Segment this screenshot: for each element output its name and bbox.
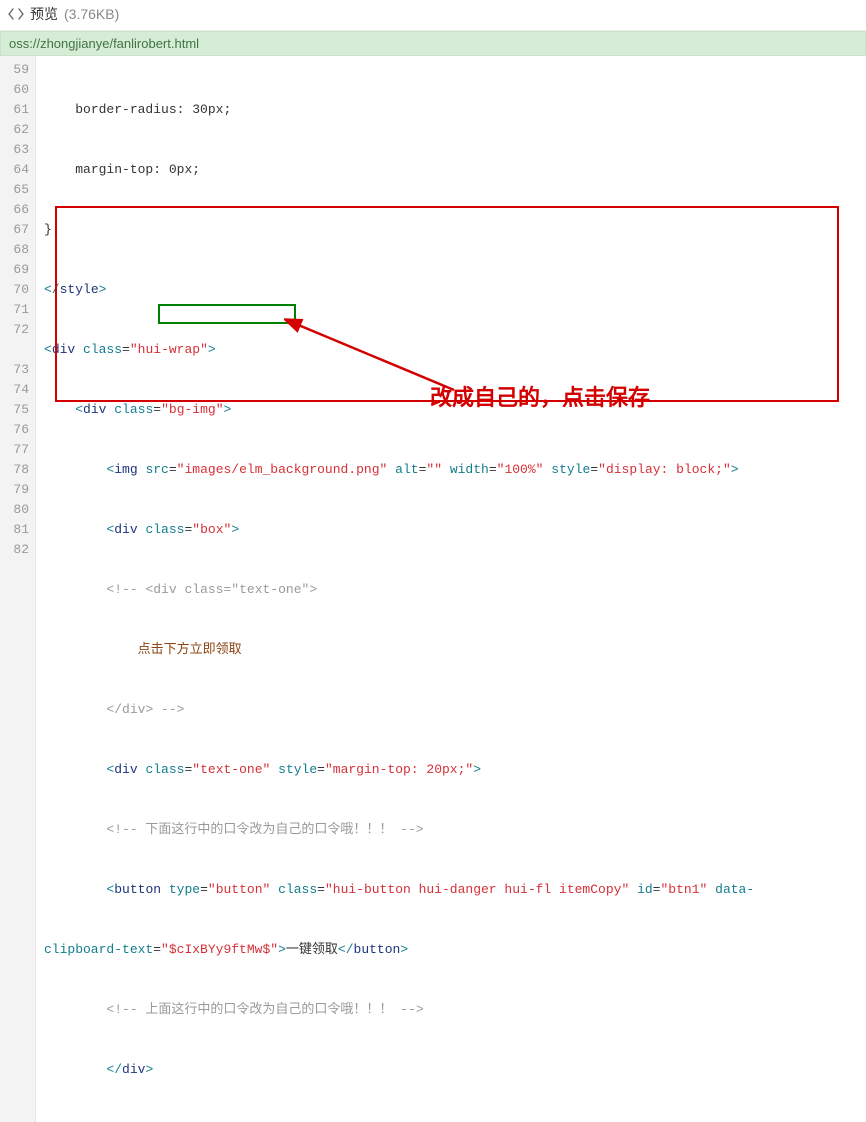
str: hui-wrap: [138, 342, 200, 357]
tag: div: [114, 522, 137, 537]
line-number: 79: [0, 480, 35, 500]
tag: div: [52, 342, 75, 357]
line-number: 62: [0, 120, 35, 140]
tag: style: [60, 282, 99, 297]
line-number: 74: [0, 380, 35, 400]
comment-open: <!--: [106, 582, 145, 597]
line-number: 80: [0, 500, 35, 520]
code-content[interactable]: border-radius: 30px; margin-top: 0px; } …: [36, 56, 866, 1122]
attr: class: [83, 342, 122, 357]
line-number: 82: [0, 540, 35, 560]
line-number: 78: [0, 460, 35, 480]
css-prop: border-radius: [75, 102, 176, 117]
url-bar[interactable]: oss://zhongjianye/fanlirobert.html: [0, 31, 866, 56]
button-text: 一键领取: [286, 942, 338, 957]
line-number: 72: [0, 320, 35, 340]
preview-title: 预览: [30, 4, 58, 24]
line-number: 73: [0, 360, 35, 380]
preview-header: 预览 (3.76KB): [0, 0, 866, 31]
line-number: [0, 340, 35, 360]
line-number: 81: [0, 520, 35, 540]
line-number: 77: [0, 440, 35, 460]
line-number: 60: [0, 80, 35, 100]
line-number: 63: [0, 140, 35, 160]
tag: button: [114, 882, 161, 897]
line-number: 68: [0, 240, 35, 260]
css-prop: margin-top: [75, 162, 153, 177]
clipboard-token: $cIxBYy9ftMw$: [169, 942, 270, 957]
str: bg-img: [169, 402, 216, 417]
line-number: 70: [0, 280, 35, 300]
comment: <!-- 上面这行中的口令改为自己的口令哦！！！ -->: [106, 1002, 423, 1017]
line-number: 76: [0, 420, 35, 440]
line-number: 75: [0, 400, 35, 420]
file-size: (3.76KB): [64, 6, 119, 22]
line-number: 65: [0, 180, 35, 200]
code-icon: [8, 6, 24, 22]
line-number: 69: [0, 260, 35, 280]
css-val: 0px: [169, 162, 192, 177]
line-number: 66: [0, 200, 35, 220]
line-number: 71: [0, 300, 35, 320]
tag: div: [83, 402, 106, 417]
tag: img: [114, 462, 137, 477]
line-number: 59: [0, 60, 35, 80]
css-val: 30px: [192, 102, 223, 117]
brace: }: [44, 222, 52, 237]
comment: <!-- 下面这行中的口令改为自己的口令哦！！！ -->: [106, 822, 423, 837]
code-area: 5960616263646566676869707172 737475767778…: [0, 56, 866, 1122]
text-content: 点击下方立即领取: [138, 642, 242, 657]
line-number: 61: [0, 100, 35, 120]
line-number: 64: [0, 160, 35, 180]
line-number-gutter: 5960616263646566676869707172 737475767778…: [0, 56, 36, 1122]
line-number: 67: [0, 220, 35, 240]
tag: div: [114, 762, 137, 777]
attr: class: [114, 402, 153, 417]
